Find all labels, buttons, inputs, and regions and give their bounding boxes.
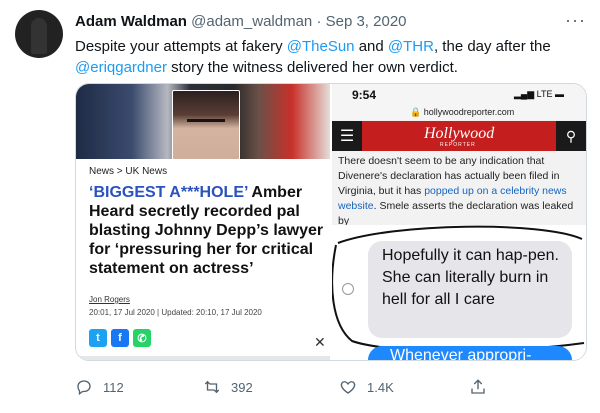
site-logo-sub: REPORTER bbox=[440, 142, 476, 148]
url-bar: 🔒 hollywoodreporter.com bbox=[332, 106, 586, 120]
more-icon[interactable]: ··· bbox=[565, 10, 586, 31]
reply-count: 112 bbox=[103, 379, 124, 395]
menu-icon: ☰ bbox=[332, 121, 362, 151]
media-image-right[interactable]: 9:54 ▂▄▆ LTE ▬ 🔒 hollywoodreporter.com ☰… bbox=[332, 84, 586, 360]
tweet-text-part: story the witness delivered her own verd… bbox=[166, 59, 458, 76]
tweet-media[interactable]: News > UK News ‘BIGGEST A***HOLE’ Amber … bbox=[75, 83, 587, 361]
headline-quote: ‘BIGGEST A***HOLE’ bbox=[89, 184, 248, 201]
close-icon: ✕ bbox=[314, 334, 326, 350]
tweet-text-part: Despite your attempts at fakery bbox=[75, 38, 287, 55]
tweet-actions: 112 392 1.4K bbox=[75, 378, 595, 404]
tweet-text: Despite your attempts at fakery @TheSun … bbox=[75, 36, 575, 78]
site-navbar: ☰ Hollywood REPORTER ⚲ bbox=[332, 121, 586, 151]
mention-thr[interactable]: @THR bbox=[388, 38, 434, 55]
breadcrumb: News > UK News bbox=[89, 166, 168, 177]
header-separator: · bbox=[316, 13, 322, 30]
like-icon bbox=[340, 381, 356, 394]
facebook-icon: f bbox=[111, 329, 129, 347]
search-icon: ⚲ bbox=[556, 121, 586, 151]
avatar[interactable] bbox=[15, 10, 63, 58]
reply-button[interactable]: 112 bbox=[75, 378, 124, 396]
ink-circle bbox=[332, 225, 585, 352]
site-logo: Hollywood bbox=[424, 125, 495, 142]
article-text-part: . Smele asserts the declaration was leak… bbox=[338, 200, 574, 227]
retweet-icon bbox=[204, 380, 220, 394]
retweet-button[interactable]: 392 bbox=[203, 378, 253, 396]
divider bbox=[76, 356, 330, 360]
tweet-text-part: , the day after the bbox=[433, 38, 551, 55]
retweet-count: 392 bbox=[231, 379, 253, 395]
tweet-date[interactable]: Sep 3, 2020 bbox=[326, 13, 407, 30]
share-button[interactable] bbox=[469, 378, 487, 396]
portrait-photo bbox=[172, 90, 240, 160]
media-image-left[interactable]: News > UK News ‘BIGGEST A***HOLE’ Amber … bbox=[76, 84, 330, 360]
twitter-icon: t bbox=[89, 329, 107, 347]
dateline: 20:01, 17 Jul 2020 | Updated: 20:10, 17 … bbox=[89, 308, 262, 317]
share-icon bbox=[471, 379, 485, 394]
mention-thesun[interactable]: @TheSun bbox=[287, 38, 355, 55]
tweet[interactable]: Adam Waldman @adam_waldman · Sep 3, 2020… bbox=[0, 0, 600, 413]
signal-icon: ▂▄▆ LTE ▬ bbox=[513, 89, 564, 99]
tweet-header: Adam Waldman @adam_waldman · Sep 3, 2020 bbox=[75, 12, 407, 32]
reply-icon bbox=[77, 380, 91, 396]
tweet-text-part: and bbox=[354, 38, 388, 55]
status-time: 9:54 bbox=[352, 88, 377, 102]
share-buttons: t f ✆ bbox=[89, 329, 151, 347]
article-text: There doesn't seem to be any indication … bbox=[338, 154, 584, 229]
message-text-blue: Whenever appropri- bbox=[390, 347, 532, 360]
like-count: 1.4K bbox=[367, 379, 394, 395]
url-text: 🔒 hollywoodreporter.com bbox=[410, 107, 515, 117]
whatsapp-icon: ✆ bbox=[133, 329, 151, 347]
article-headline: ‘BIGGEST A***HOLE’ Amber Heard secretly … bbox=[89, 183, 327, 278]
message-screenshot: Hopefully it can hap-pen. She can litera… bbox=[332, 225, 586, 360]
author-handle[interactable]: @adam_waldman bbox=[191, 13, 312, 30]
byline: Jon Rogers bbox=[89, 295, 130, 304]
author-name[interactable]: Adam Waldman bbox=[75, 13, 187, 30]
like-button[interactable]: 1.4K bbox=[339, 378, 394, 396]
mention-eriqgardner[interactable]: @eriqgardner bbox=[75, 59, 167, 76]
phone-status-bar: 9:54 ▂▄▆ LTE ▬ bbox=[332, 84, 586, 106]
